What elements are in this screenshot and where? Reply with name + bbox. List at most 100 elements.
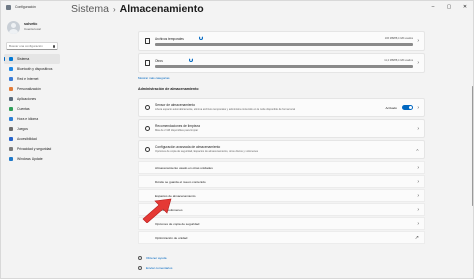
nav-icon xyxy=(9,77,13,81)
show-more-categories-link[interactable]: Mostrar más categorías xyxy=(138,76,170,80)
chevron-right-icon: › xyxy=(417,38,419,44)
feedback-icon xyxy=(138,266,142,270)
loading-spinner-icon xyxy=(189,58,193,62)
sidebar-item-red-e-internet[interactable]: Red e Internet xyxy=(4,74,60,84)
cleanup-icon xyxy=(145,126,150,131)
loading-spinner-icon xyxy=(199,36,203,40)
advanced-option-label: Optimización de unidad xyxy=(155,235,188,240)
nav-icon xyxy=(9,147,13,151)
storage-sense-card[interactable]: Sensor de almacenamiento Libera espacio … xyxy=(138,98,425,117)
sidebar-item-label: Juegos xyxy=(17,127,28,131)
pointer-arrow xyxy=(142,198,172,223)
advanced-option-row[interactable]: Optimización de unidad ↗ xyxy=(138,231,425,244)
advanced-option-row[interactable]: Dónde se guarda el nuevo contenido › xyxy=(138,175,425,188)
category-size: 11,2 MB/88,4 GB usados xyxy=(384,59,413,62)
sidebar-item-label: Cuentas xyxy=(17,107,30,111)
external-link-icon: ↗ xyxy=(414,234,419,241)
search-icon[interactable] xyxy=(53,44,55,48)
chevron-right-icon: › xyxy=(417,104,419,111)
window-title: Configuración xyxy=(15,5,36,9)
advanced-storage-card[interactable]: Configuración avanzada de almacenamiento… xyxy=(138,140,425,159)
search-input[interactable] xyxy=(9,44,53,48)
sidebar-item-label: Windows Update xyxy=(17,157,43,161)
cleanup-desc: Más de 2 GB disponibles para limpiar xyxy=(155,128,199,132)
nav-icon xyxy=(9,157,13,161)
maximize-button[interactable]: ▢ xyxy=(441,1,457,13)
section-title: Administración de almacenamiento xyxy=(138,87,199,91)
chevron-right-icon: › xyxy=(417,206,419,213)
advanced-option-label: Dónde se guarda el nuevo contenido xyxy=(155,179,206,184)
chevron-right-icon: › xyxy=(417,60,419,66)
chevron-right-icon: › xyxy=(417,164,419,171)
storage-sense-toggle[interactable] xyxy=(402,104,413,111)
get-help-label: Obtener ayuda xyxy=(146,256,167,260)
help-icon xyxy=(138,256,142,260)
sidebar-item-sistema[interactable]: Sistema xyxy=(4,54,60,64)
breadcrumb-parent[interactable]: Sistema xyxy=(71,3,109,15)
sidebar-item-label: Red e Internet xyxy=(17,77,39,81)
nav-icon xyxy=(9,117,13,121)
settings-app-icon xyxy=(6,4,11,10)
cleanup-recommendations-card[interactable]: Recomendaciones de limpieza Más de 2 GB … xyxy=(138,119,425,138)
settings-window: Configuración – ▢ ✕ solvetic Cuenta loca… xyxy=(0,0,474,279)
file-icon xyxy=(145,60,150,66)
sidebar: solvetic Cuenta local Sistema Bluetooth y… xyxy=(1,13,63,279)
sidebar-item-label: Sistema xyxy=(17,57,30,61)
sidebar-item-juegos[interactable]: Juegos xyxy=(4,124,60,134)
chevron-right-icon: › xyxy=(417,178,419,185)
chevron-up-icon: › xyxy=(415,148,422,151)
category-label: Archivos temporales xyxy=(155,37,184,41)
gear-icon xyxy=(145,147,150,152)
user-profile[interactable]: solvetic Cuenta local xyxy=(7,19,63,35)
sidebar-item-bluetooth-y-dispositivos[interactable]: Bluetooth y dispositivos xyxy=(4,64,60,74)
cleanup-title: Recomendaciones de limpieza xyxy=(155,124,200,128)
nav-icon xyxy=(9,127,13,131)
breadcrumb-separator: › xyxy=(112,4,116,14)
category-other[interactable]: Otros 11,2 MB/88,4 GB usados › xyxy=(138,53,425,73)
advanced-option-row[interactable]: Discos y volúmenes › xyxy=(138,203,425,216)
sidebar-item-cuentas[interactable]: Cuentas xyxy=(4,104,60,114)
sidebar-item-label: Personalización xyxy=(17,87,41,91)
storage-sense-icon xyxy=(145,105,150,110)
sidebar-item-label: Bluetooth y dispositivos xyxy=(17,67,53,71)
sidebar-item-hora-e-idioma[interactable]: Hora e idioma xyxy=(4,114,60,124)
sidebar-nav: Sistema Bluetooth y dispositivos Red e Int… xyxy=(1,54,63,164)
advanced-option-label: Almacenamiento usado en otras unidades xyxy=(155,165,213,170)
storage-sense-desc: Libera espacio automáticamente, elimina … xyxy=(155,107,295,111)
sidebar-item-personalización[interactable]: Personalización xyxy=(4,84,60,94)
nav-icon xyxy=(9,97,13,101)
nav-icon xyxy=(9,67,13,71)
advanced-desc: Opciones de copia de seguridad, Espacios… xyxy=(155,149,259,153)
usage-bar-fill xyxy=(155,43,413,46)
chevron-right-icon: › xyxy=(417,125,419,132)
sidebar-item-accesibilidad[interactable]: Accesibilidad xyxy=(4,134,60,144)
sidebar-item-privacidad-y-seguridad[interactable]: Privacidad y seguridad xyxy=(4,144,60,154)
nav-icon xyxy=(9,107,13,111)
sidebar-item-aplicaciones[interactable]: Aplicaciones xyxy=(4,94,60,104)
category-temp-files[interactable]: Archivos temporales 106 MB/88,4 GB usado… xyxy=(138,31,425,51)
sidebar-item-label: Accesibilidad xyxy=(17,137,37,141)
category-label: Otros xyxy=(155,59,163,63)
scrollbar[interactable] xyxy=(471,86,473,206)
feedback-link[interactable]: Enviar comentarios xyxy=(138,266,172,270)
advanced-option-row[interactable]: Almacenamiento usado en otras unidades › xyxy=(138,161,425,174)
advanced-option-row[interactable]: Espacios de almacenamiento › xyxy=(138,189,425,202)
usage-bar-fill xyxy=(155,65,413,68)
nav-icon xyxy=(9,57,13,61)
category-size: 106 MB/88,4 GB usados xyxy=(384,37,413,40)
trash-icon xyxy=(145,38,150,44)
minimize-button[interactable]: – xyxy=(425,1,441,13)
get-help-link[interactable]: Obtener ayuda xyxy=(138,256,166,260)
nav-icon xyxy=(9,137,13,141)
advanced-option-row[interactable]: Opciones de copia de seguridad › xyxy=(138,217,425,230)
search-box[interactable] xyxy=(6,42,58,50)
window-controls: – ▢ ✕ xyxy=(425,1,473,13)
page-title: Almacenamiento xyxy=(119,3,204,15)
usage-bar xyxy=(155,43,413,46)
account-type: Cuenta local xyxy=(24,27,41,31)
close-button[interactable]: ✕ xyxy=(457,1,473,13)
sidebar-item-windows-update[interactable]: Windows Update xyxy=(4,154,60,164)
chevron-right-icon: › xyxy=(417,220,419,227)
sidebar-item-label: Aplicaciones xyxy=(17,97,37,101)
sidebar-item-label: Privacidad y seguridad xyxy=(17,147,52,151)
